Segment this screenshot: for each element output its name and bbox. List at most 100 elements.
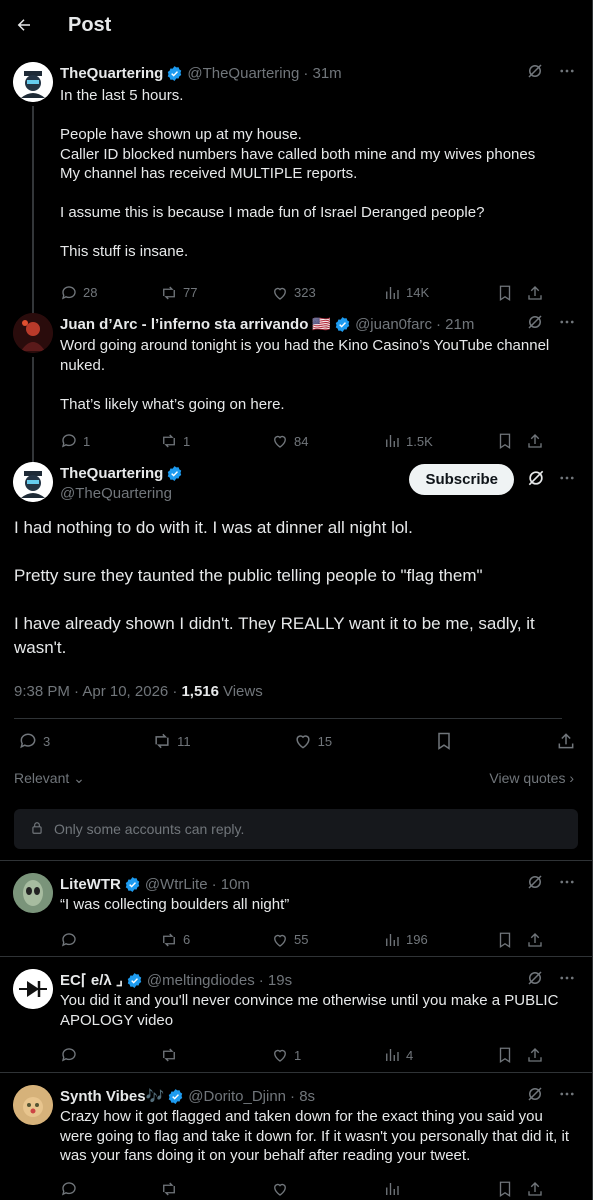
post-text: Crazy how it got flagged and taken down …	[60, 1108, 569, 1164]
post-meta: 9:38 PM · Apr 10, 2026 · 1,516 Views	[0, 676, 592, 706]
bookmark-icon[interactable]	[496, 1046, 526, 1064]
share-icon[interactable]	[526, 432, 544, 450]
post-time[interactable]: · 10m	[212, 876, 250, 893]
bookmark-icon[interactable]	[496, 931, 526, 949]
share-icon[interactable]	[526, 1180, 544, 1198]
thread-tweet[interactable]: TheQuartering @TheQuartering · 31m In th…	[0, 50, 592, 301]
reply-icon	[61, 932, 76, 947]
verified-badge-icon	[166, 65, 183, 82]
grok-icon[interactable]	[526, 873, 544, 895]
like-button[interactable]	[271, 1180, 383, 1198]
reply-button[interactable]: 28	[60, 284, 160, 302]
repost-button[interactable]: 11	[152, 731, 191, 751]
like-button[interactable]: 15	[293, 731, 332, 751]
thread-line	[32, 301, 34, 313]
like-button[interactable]: 323	[271, 284, 383, 302]
repost-button[interactable]	[160, 1046, 271, 1064]
author-handle[interactable]: @meltingdiodes	[147, 972, 255, 989]
action-bar: 6 55 196	[60, 921, 576, 959]
avatar[interactable]	[13, 1085, 53, 1125]
verified-badge-icon	[166, 465, 183, 482]
heart-icon	[274, 934, 286, 947]
more-icon[interactable]	[558, 1085, 576, 1107]
avatar[interactable]	[13, 62, 53, 102]
author-name[interactable]: EC⌈ e/λ ⌟	[60, 971, 123, 989]
share-icon[interactable]	[526, 1046, 544, 1064]
author-handle[interactable]: @TheQuartering	[187, 65, 299, 82]
reply-button[interactable]: 1	[60, 432, 160, 450]
post-time[interactable]: · 19s	[259, 972, 292, 989]
views-button[interactable]: 1.5K	[383, 432, 496, 450]
repost-button[interactable]: 1	[160, 432, 271, 450]
views-button[interactable]	[383, 1180, 496, 1198]
bookmark-icon[interactable]	[496, 1180, 526, 1198]
avatar[interactable]	[13, 313, 53, 353]
like-count: 323	[294, 285, 316, 300]
more-icon[interactable]	[558, 969, 576, 991]
views-count: 14K	[406, 285, 430, 300]
like-button[interactable]: 1	[271, 1046, 383, 1064]
more-icon[interactable]	[558, 62, 576, 84]
views-button[interactable]: 4	[383, 1046, 496, 1064]
avatar[interactable]	[13, 462, 53, 502]
grok-icon[interactable]	[526, 468, 546, 492]
post-text: In the last 5 hours. People have shown u…	[60, 87, 536, 260]
repost-icon	[155, 733, 169, 749]
share-icon[interactable]	[556, 731, 576, 751]
views-button[interactable]: 196	[383, 931, 496, 949]
reply-button[interactable]	[60, 1180, 160, 1198]
like-button[interactable]: 55	[271, 931, 383, 949]
sort-dropdown[interactable]: Relevant ⌄	[14, 770, 85, 787]
repost-button[interactable]: 77	[160, 284, 271, 302]
avatar[interactable]	[13, 969, 53, 1009]
author-name[interactable]: Juan d’Arc - l’inferno sta arrivando	[60, 316, 308, 333]
repost-button[interactable]: 6	[160, 931, 271, 949]
reply-button[interactable]	[60, 1046, 160, 1064]
main-post: TheQuartering @TheQuartering Subscribe I…	[0, 452, 592, 861]
reply-tweet[interactable]: EC⌈ e/λ ⌟ @meltingdiodes · 19s You did i…	[0, 957, 592, 1073]
thread-line	[32, 357, 34, 452]
like-button[interactable]: 84	[271, 432, 383, 450]
repost-count: 1	[183, 433, 191, 449]
views-count: 1,516	[181, 682, 219, 700]
reply-button[interactable]: 3	[18, 731, 50, 751]
more-icon[interactable]	[558, 313, 576, 335]
share-icon[interactable]	[526, 931, 544, 949]
repost-button[interactable]	[160, 1180, 271, 1198]
subscribe-button[interactable]: Subscribe	[409, 464, 514, 495]
views-count: 196	[406, 932, 428, 947]
chevron-right-icon: ›	[569, 770, 574, 786]
post-timestamp[interactable]: 9:38 PM · Apr 10, 2026 ·	[14, 683, 177, 700]
us-flag-icon: 🇺🇸	[312, 316, 332, 333]
bookmark-icon[interactable]	[434, 731, 454, 751]
author-name[interactable]: LiteWTR	[60, 876, 121, 893]
bookmark-icon[interactable]	[496, 432, 526, 450]
author-handle[interactable]: @Dorito_Djinn	[188, 1088, 286, 1105]
share-icon[interactable]	[526, 284, 544, 302]
author-handle[interactable]: @WtrLite	[145, 876, 208, 893]
author-name[interactable]: TheQuartering	[60, 65, 163, 82]
author-handle[interactable]: @juan0farc	[355, 316, 432, 333]
author-name[interactable]: TheQuartering	[60, 465, 163, 482]
views-button[interactable]: 14K	[383, 284, 496, 302]
grok-icon[interactable]	[526, 313, 544, 335]
more-icon[interactable]	[558, 469, 576, 491]
grok-icon[interactable]	[526, 969, 544, 991]
post-time[interactable]: · 8s	[290, 1088, 315, 1105]
post-time[interactable]: · 21m	[436, 316, 474, 333]
post-time[interactable]: · 31m	[303, 65, 341, 82]
view-quotes-link[interactable]: View quotes ›	[489, 770, 574, 786]
reply-button[interactable]	[60, 931, 160, 949]
reply-tweet[interactable]: LiteWTR @WtrLite · 10m “I was collecting…	[0, 861, 592, 957]
grok-icon[interactable]	[526, 1085, 544, 1107]
bookmark-icon[interactable]	[496, 284, 526, 302]
back-arrow-icon[interactable]	[14, 15, 34, 35]
thread-tweet[interactable]: Juan d’Arc - l’inferno sta arrivando 🇺🇸 …	[0, 301, 592, 452]
post-text: “I was collecting boulders all night”	[60, 896, 290, 913]
author-name[interactable]: Synth Vibes🎶	[60, 1087, 164, 1105]
reply-tweet[interactable]: Synth Vibes🎶 @Dorito_Djinn · 8s Crazy ho…	[0, 1073, 592, 1200]
heart-icon	[274, 1183, 286, 1196]
grok-icon[interactable]	[526, 62, 544, 84]
more-icon[interactable]	[558, 873, 576, 895]
avatar[interactable]	[13, 873, 53, 913]
